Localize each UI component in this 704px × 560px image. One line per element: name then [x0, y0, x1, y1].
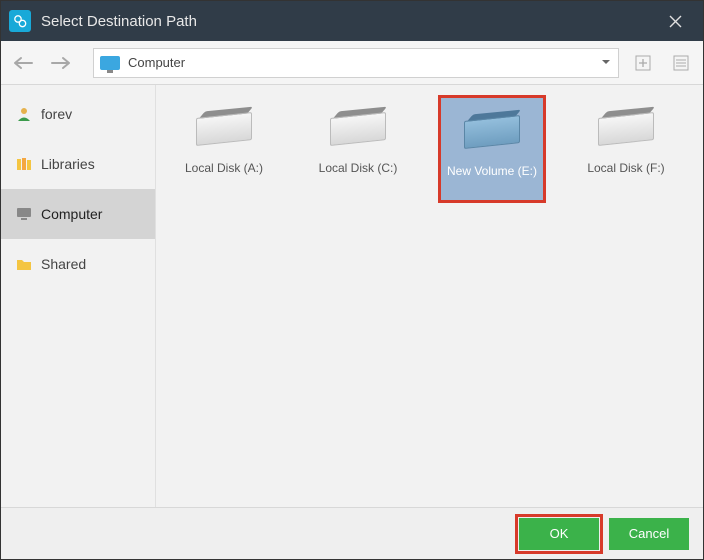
sidebar-item-shared[interactable]: Shared [1, 239, 155, 289]
shared-folder-icon [15, 255, 33, 273]
path-bar[interactable]: Computer [93, 48, 619, 78]
computer-icon [15, 205, 33, 223]
disk-icon [196, 105, 252, 147]
forward-button[interactable] [47, 49, 75, 77]
drive-item-selected[interactable]: New Volume (E:) [438, 95, 546, 203]
sidebar-item-libraries[interactable]: Libraries [1, 139, 155, 189]
ok-button[interactable]: OK [519, 518, 599, 550]
drive-label: New Volume (E:) [447, 164, 537, 178]
disk-icon [330, 105, 386, 147]
drive-label: Local Disk (F:) [587, 161, 664, 175]
disk-icon [464, 108, 520, 150]
drive-item[interactable]: Local Disk (C:) [304, 95, 412, 203]
computer-icon [100, 56, 120, 70]
user-icon [15, 105, 33, 123]
disk-icon [598, 105, 654, 147]
dialog-footer: OK Cancel [1, 507, 703, 559]
toolbar: Computer [1, 41, 703, 85]
drive-label: Local Disk (A:) [185, 161, 263, 175]
drive-label: Local Disk (C:) [319, 161, 398, 175]
sidebar-item-user[interactable]: forev [1, 89, 155, 139]
back-button[interactable] [9, 49, 37, 77]
view-list-button[interactable] [667, 49, 695, 77]
app-icon [9, 10, 31, 32]
sidebar-item-label: forev [41, 106, 72, 122]
sidebar-item-label: Shared [41, 256, 86, 272]
drive-item[interactable]: Local Disk (F:) [572, 95, 680, 203]
dialog-window: Select Destination Path Computer [0, 0, 704, 560]
sidebar-item-computer[interactable]: Computer [1, 189, 155, 239]
close-button[interactable] [657, 1, 693, 41]
path-label: Computer [128, 55, 185, 70]
libraries-icon [15, 155, 33, 173]
cancel-button[interactable]: Cancel [609, 518, 689, 550]
sidebar-item-label: Computer [41, 206, 102, 222]
sidebar: forev Libraries Computer Shared [1, 85, 156, 507]
titlebar: Select Destination Path [1, 1, 703, 41]
new-folder-button[interactable] [629, 49, 657, 77]
drive-grid: Local Disk (A:) Local Disk (C:) New Volu… [156, 85, 703, 507]
drive-item[interactable]: Local Disk (A:) [170, 95, 278, 203]
path-dropdown-icon[interactable] [600, 56, 612, 71]
sidebar-item-label: Libraries [41, 156, 95, 172]
dialog-title: Select Destination Path [41, 13, 657, 30]
dialog-body: forev Libraries Computer Shared [1, 85, 703, 507]
